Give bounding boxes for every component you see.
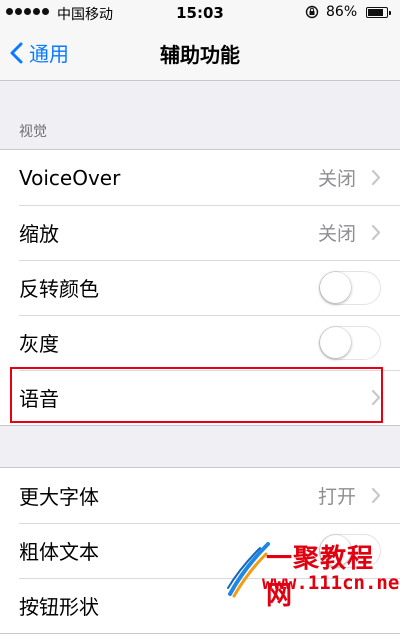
- row-label: 灰度: [19, 332, 59, 356]
- battery-percentage: 86%: [326, 4, 358, 20]
- row-value: 打开: [317, 486, 356, 508]
- row-voiceover[interactable]: VoiceOver 关闭: [0, 150, 400, 205]
- watermark-logo: 一聚教程网 www.111cn.net: [226, 538, 400, 611]
- row-invert-colors: 反转颜色: [0, 260, 400, 315]
- rotation-lock-icon: [305, 5, 319, 19]
- row-label: VoiceOver: [19, 165, 121, 190]
- row-label: 粗体文本: [19, 540, 99, 564]
- battery-icon: [366, 7, 391, 18]
- status-bar: 中国移动 15:03 86%: [0, 0, 400, 26]
- row-zoom[interactable]: 缩放 关闭: [0, 205, 400, 260]
- toggle-knob: [320, 272, 351, 303]
- invert-colors-toggle[interactable]: [319, 271, 381, 305]
- speech-row-highlight-box: [10, 367, 383, 423]
- page-title: 辅助功能: [160, 43, 240, 67]
- toggle-knob: [320, 327, 351, 358]
- row-value: 关闭: [317, 168, 356, 190]
- row-label: 更大字体: [19, 485, 99, 509]
- row-grayscale: 灰度: [0, 315, 400, 370]
- chevron-right-icon: [371, 224, 381, 241]
- watermark-url: www.111cn.net: [262, 572, 400, 594]
- navigation-bar: 通用 辅助功能: [0, 26, 400, 81]
- grayscale-toggle[interactable]: [319, 326, 381, 360]
- row-label: 反转颜色: [19, 277, 99, 301]
- row-label: 缩放: [19, 222, 59, 246]
- chevron-right-icon: [371, 169, 381, 186]
- chevron-right-icon: [371, 487, 381, 504]
- row-value: 关闭: [317, 223, 356, 245]
- row-label: 按钮形状: [19, 595, 99, 619]
- row-larger-text[interactable]: 更大字体 打开: [0, 468, 400, 523]
- section-header-vision: 视觉: [19, 124, 47, 140]
